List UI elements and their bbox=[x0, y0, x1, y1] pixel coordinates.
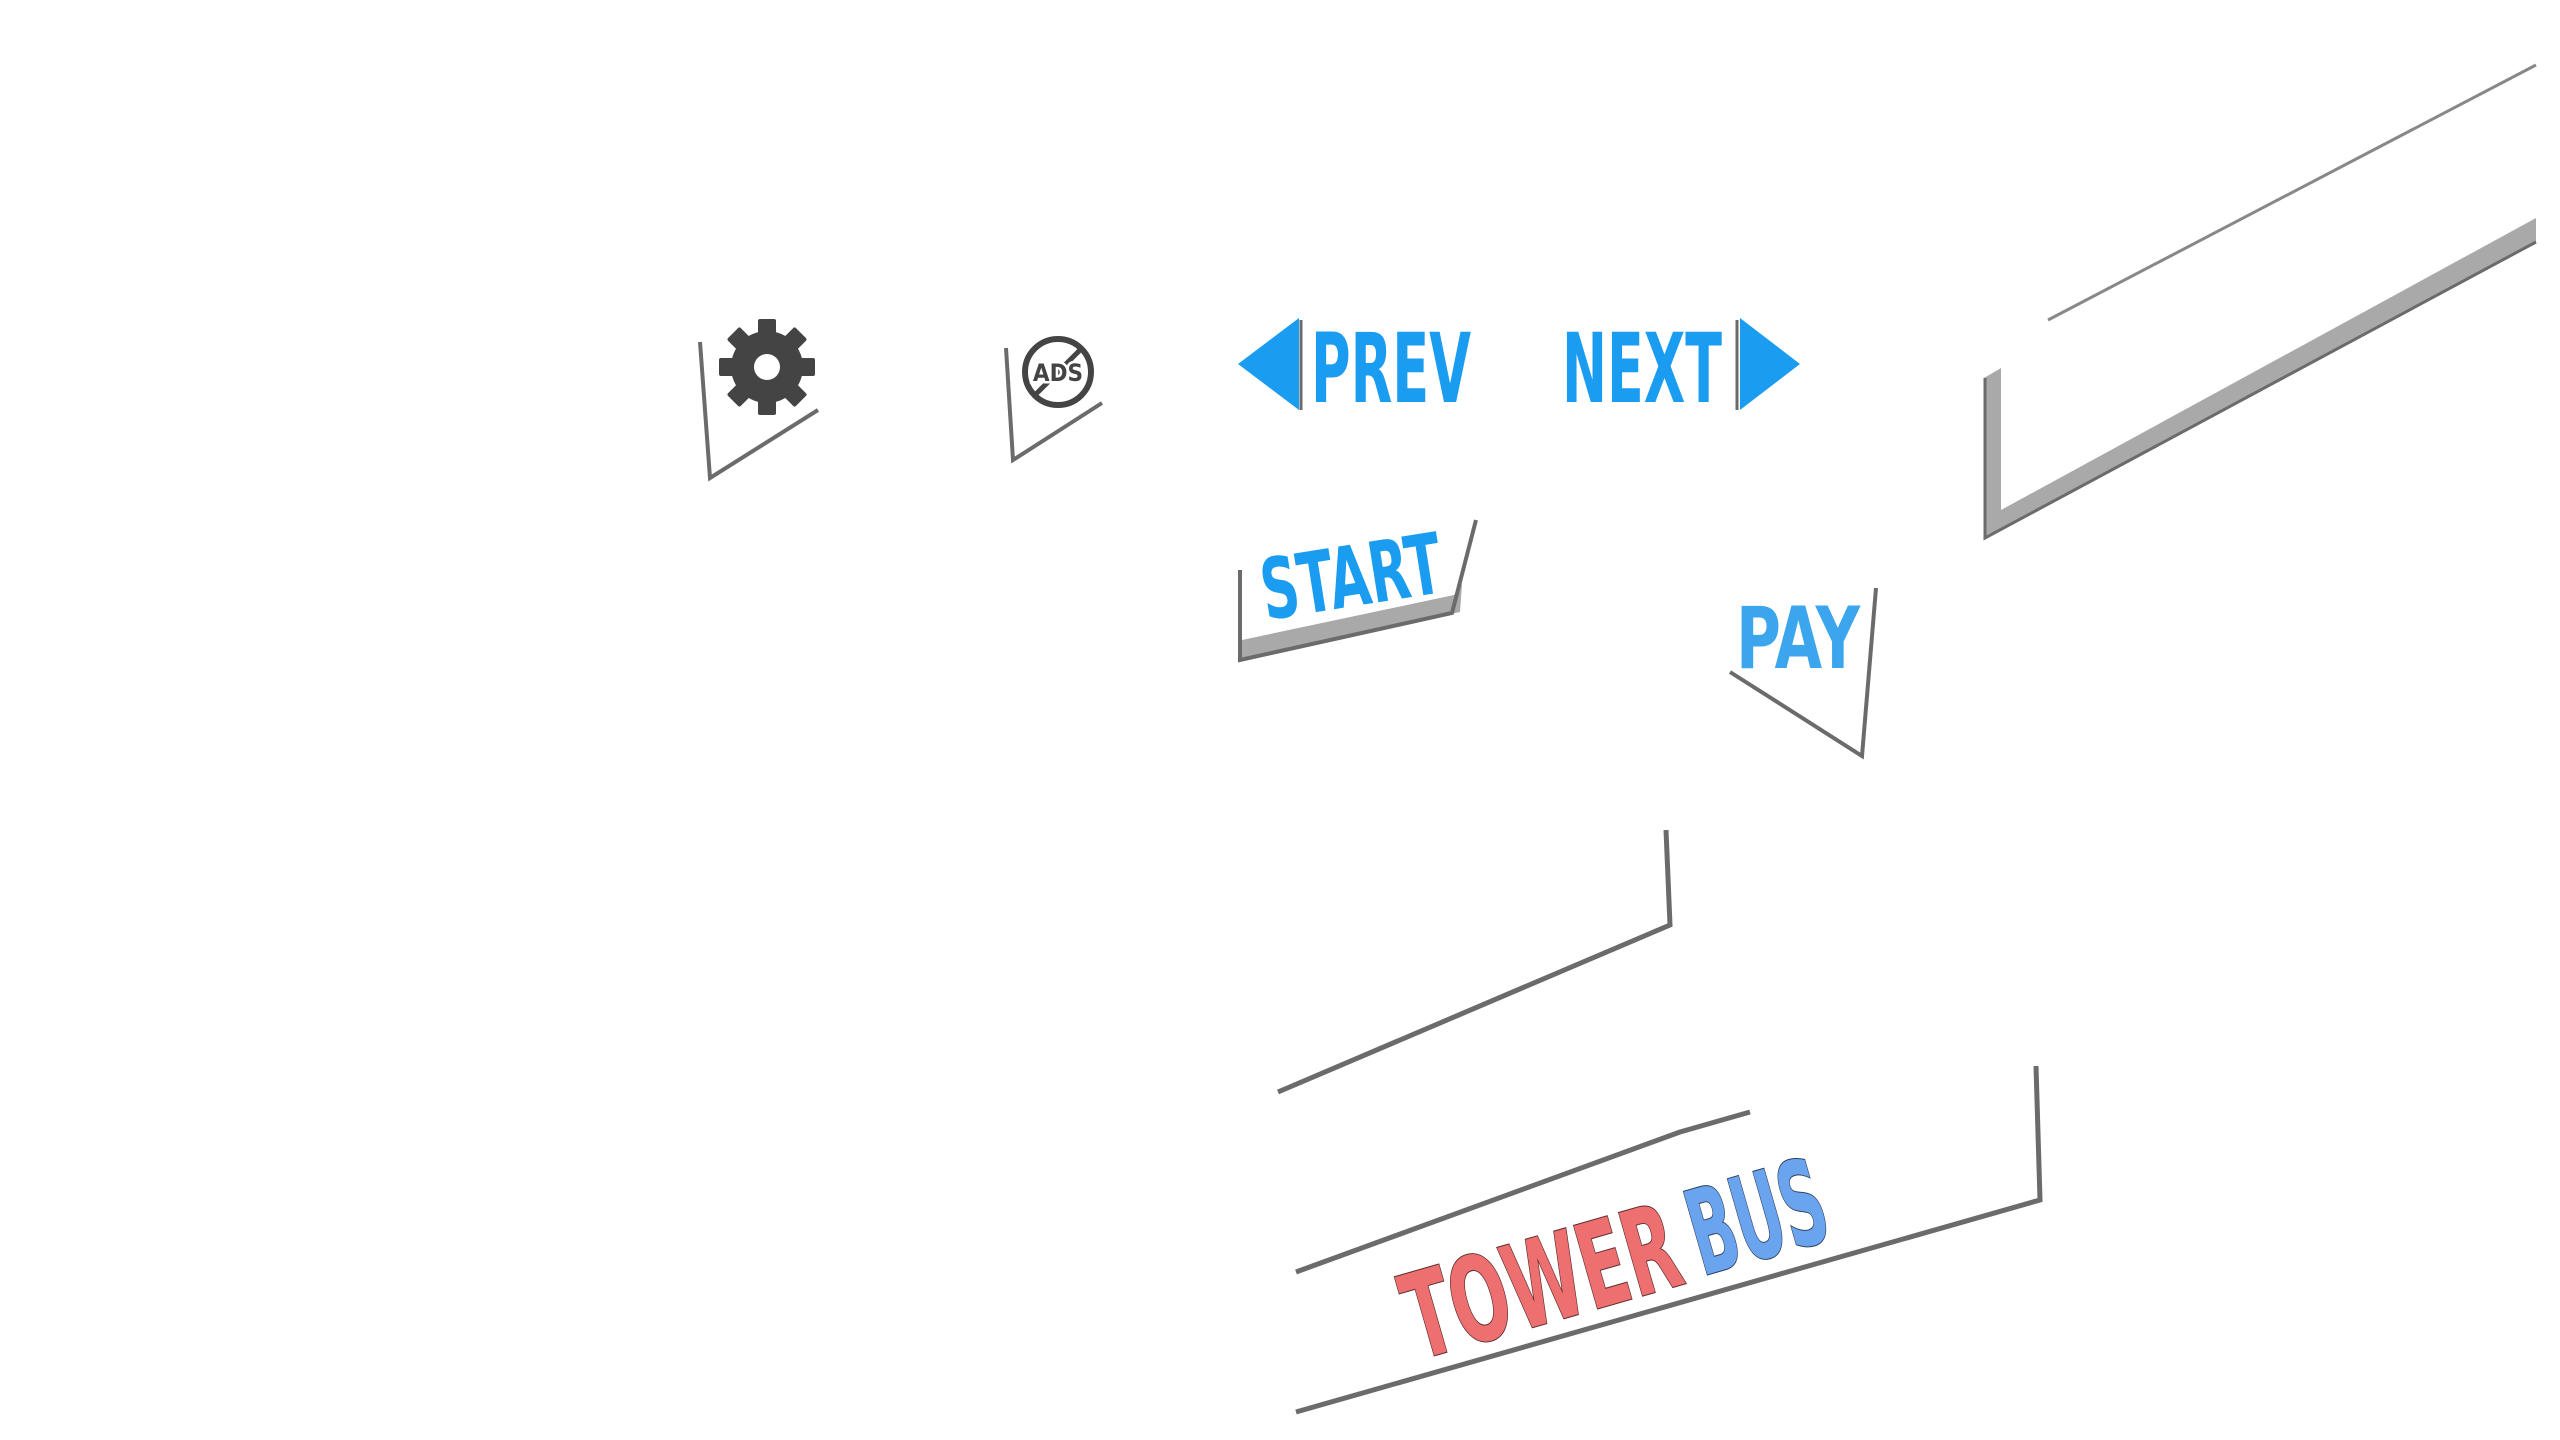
next-button[interactable]: NEXT bbox=[1562, 313, 1800, 425]
scene-canvas: ADS PREV NEXT START PAY TOWER BUS bbox=[698, 63, 2537, 1415]
settings-button[interactable] bbox=[698, 319, 820, 482]
game-title: TOWER BUS bbox=[1387, 1131, 1844, 1388]
game-screen: ADS PREV NEXT START PAY TOWER BUS bbox=[0, 0, 2560, 1440]
triangle-right-icon bbox=[1740, 318, 1800, 410]
pay-label: PAY bbox=[1736, 589, 1861, 689]
pay-button[interactable]: PAY bbox=[1728, 587, 1878, 760]
no-ads-label: ADS bbox=[1033, 359, 1083, 387]
triangle-left-icon bbox=[1238, 318, 1299, 410]
decorative-outlines bbox=[1277, 63, 2537, 1415]
top-right-panel-edge bbox=[1983, 240, 2537, 541]
title-word-tower: TOWER bbox=[1388, 1177, 1695, 1387]
prev-label: PREV bbox=[1311, 313, 1471, 425]
prev-button[interactable]: PREV bbox=[1238, 313, 1471, 425]
next-label: NEXT bbox=[1562, 313, 1722, 425]
start-button[interactable]: START bbox=[1238, 514, 1478, 663]
no-ads-button[interactable]: ADS bbox=[1004, 336, 1104, 464]
title-word-bus: BUS bbox=[1672, 1132, 1843, 1303]
middle-panel-outline bbox=[1277, 829, 1673, 1095]
gear-icon bbox=[719, 319, 815, 415]
top-right-panel-shadow bbox=[1984, 218, 2536, 538]
no-ads-icon: ADS bbox=[1022, 336, 1094, 408]
